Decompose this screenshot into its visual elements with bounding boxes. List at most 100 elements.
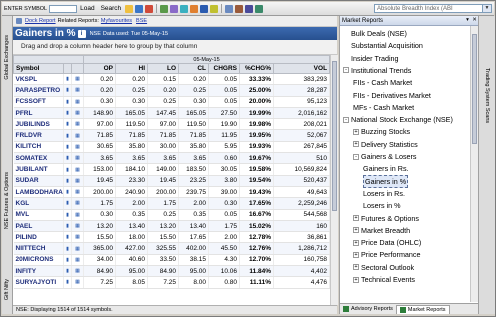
tab-trading-system-scans[interactable]: Trading System Scans	[482, 56, 492, 136]
chart-icon[interactable]: ▮	[63, 141, 72, 154]
expand-icon[interactable]: +	[353, 215, 359, 221]
info-icon[interactable]: i	[77, 29, 86, 38]
actions-icon[interactable]: ▦	[71, 186, 85, 199]
collapse-icon[interactable]: -	[343, 67, 349, 74]
close-icon[interactable]: ✕	[471, 17, 478, 24]
layout-icon[interactable]	[225, 4, 234, 13]
report-icon[interactable]	[190, 4, 199, 13]
table-row[interactable]: SOMATEX ▮ ▦ 3.65 3.65 3.65 3.65 0.60 19.67% 510	[13, 152, 331, 165]
quote-icon[interactable]	[135, 4, 144, 13]
tree-item[interactable]: + Market Breadth	[353, 225, 410, 236]
actions-icon[interactable]: ▦	[71, 175, 85, 187]
actions-icon[interactable]: ▦	[71, 220, 85, 233]
tree-item[interactable]: Substantial Acquisition	[343, 40, 423, 51]
table-row[interactable]: JUBILINDS ▮ ▦ 97.00 119.50 97.00 119.50 19.90 19…	[13, 118, 331, 131]
tab-nse-futures-options[interactable]: NSE Futures & Options	[2, 156, 12, 246]
col-header-op[interactable]: OP	[83, 63, 117, 74]
table-row[interactable]: PARASPETRO ▮ ▦ 0.20 0.25 0.20 0.25 0.05 25.00% 28…	[13, 84, 331, 97]
expand-icon[interactable]: +	[353, 251, 359, 258]
chart-icon[interactable]: ▮	[63, 163, 72, 176]
table-row[interactable]: JUBILANT ▮ ▦ 153.00 184.10 149.00 183.50 30.05 1…	[13, 163, 331, 176]
chart-icon[interactable]: ▮	[63, 265, 72, 278]
table-row[interactable]: INFITY ▮ ▦ 84.90 95.00 84.90 95.00 10.06 11.84% 4…	[13, 265, 331, 278]
scan-icon[interactable]	[180, 4, 189, 13]
tree-item[interactable]: + Buzzing Stocks	[353, 126, 410, 137]
chart-icon[interactable]: ▮	[63, 84, 72, 97]
chart-icon[interactable]: ▮	[63, 107, 72, 120]
tree-scrollbar[interactable]	[470, 26, 478, 302]
chart-icon[interactable]: ▮	[63, 209, 72, 221]
table-row[interactable]: KILITCH ▮ ▦ 30.65 35.80 30.00 35.80 5.95 19.93% 2…	[13, 141, 331, 154]
chart-icon[interactable]: ▮	[63, 129, 72, 142]
actions-icon[interactable]: ▦	[71, 129, 85, 142]
symbol-input[interactable]	[49, 4, 78, 13]
tree-item[interactable]: + Sectoral Outlook	[353, 262, 414, 273]
col-header-chg-pct[interactable]: %CHG%	[239, 63, 275, 74]
chart-icon[interactable]: ▮	[63, 220, 72, 233]
table-row[interactable]: NIITTECH ▮ ▦ 365.00 427.00 325.55 402.00 45.50 1…	[13, 242, 331, 255]
expand-icon[interactable]: +	[353, 141, 359, 148]
chart-icon[interactable]: ▮	[63, 118, 72, 131]
tree-item[interactable]: + Price Performance	[353, 249, 421, 260]
tree-item[interactable]: Insider Trading	[343, 53, 399, 64]
portfolio-icon[interactable]	[160, 4, 169, 13]
table-row[interactable]: PFRL ▮ ▦ 148.90 165.05 147.45 165.05 27.50 19.99…	[13, 107, 331, 120]
chart-icon[interactable]: ▮	[63, 73, 72, 86]
tree-item[interactable]: - Institutional Trends	[343, 65, 411, 76]
tab-gift-nifty[interactable]: Gift Nifty	[2, 271, 12, 309]
col-header-lo[interactable]: LO	[147, 63, 180, 74]
actions-icon[interactable]: ▦	[71, 231, 85, 244]
expand-icon[interactable]: +	[353, 264, 359, 271]
table-row[interactable]: PILIND ▮ ▦ 15.50 18.00 15.50 17.65 2.00 12.78% 36…	[13, 231, 331, 244]
chart-icon[interactable]: ▮	[63, 197, 72, 210]
tree-item[interactable]: + Price Data (OHLC)	[353, 237, 421, 248]
settings-icon[interactable]	[235, 4, 244, 13]
chart-icon[interactable]: ▮	[63, 231, 72, 244]
tab-advisory-reports[interactable]: Advisory Reports	[340, 306, 396, 312]
actions-icon[interactable]: ▦	[71, 73, 85, 86]
tree-item[interactable]: Bulk Deals (NSE)	[343, 28, 407, 39]
chart-icon[interactable]: ▮	[63, 254, 72, 267]
myfavourites-link[interactable]: Myfavourites	[101, 18, 132, 24]
chart-icon[interactable]: ▮	[63, 175, 72, 187]
expand-icon[interactable]: +	[353, 276, 359, 283]
col-header-hi[interactable]: HI	[115, 63, 149, 74]
collapse-icon[interactable]: -	[343, 116, 349, 123]
refresh-icon[interactable]	[255, 4, 264, 13]
col-header-symbol[interactable]: Symbol	[13, 63, 64, 74]
alert-icon[interactable]	[145, 4, 154, 13]
watchlist-icon[interactable]	[170, 4, 179, 13]
actions-icon[interactable]: ▦	[71, 265, 85, 278]
col-header-cl[interactable]: CL	[178, 63, 210, 74]
pin-icon[interactable]: ▾	[464, 17, 471, 24]
chevron-down-icon[interactable]: ▼	[482, 5, 491, 12]
actions-icon[interactable]: ▦	[71, 118, 85, 131]
search-button[interactable]: Search	[98, 5, 125, 12]
expand-icon[interactable]: +	[353, 239, 359, 246]
tree-item[interactable]: MFs - Cash Market	[353, 102, 414, 113]
chart-icon[interactable]: ▮	[63, 276, 72, 289]
actions-icon[interactable]: ▦	[71, 163, 85, 176]
actions-icon[interactable]: ▦	[71, 107, 85, 120]
bse-link[interactable]: BSE	[136, 18, 147, 24]
help-icon[interactable]	[245, 4, 254, 13]
chart-icon[interactable]: ▮	[63, 186, 72, 199]
chart-icon[interactable]: ▮	[63, 96, 72, 108]
actions-icon[interactable]: ▦	[71, 197, 85, 210]
table-row[interactable]: SURYAJYOTI ▮ ▦ 7.25 8.05 7.25 8.00 0.80 11.11% 4,…	[13, 276, 331, 289]
table-row[interactable]: FRLDVR ▮ ▦ 71.85 71.85 71.85 71.85 11.95 19.95% 5…	[13, 129, 331, 142]
tree-item[interactable]: + Technical Events	[353, 274, 415, 285]
actions-icon[interactable]: ▦	[71, 209, 85, 221]
tree-item[interactable]: - Gainers & Losers	[353, 151, 417, 162]
tab-market-reports[interactable]: Market Reports	[395, 304, 450, 314]
tree-item[interactable]: FIIs - Cash Market	[353, 77, 412, 88]
collapse-icon[interactable]: -	[353, 153, 359, 160]
table-row[interactable]: PAEL ▮ ▦ 13.20 13.40 13.20 13.40 1.75 15.02% 160	[13, 220, 331, 233]
actions-icon[interactable]: ▦	[71, 242, 85, 255]
table-row[interactable]: SUDAR ▮ ▦ 19.45 23.30 19.45 23.25 3.80 19.54% 520…	[13, 175, 331, 187]
tree-item[interactable]: + Futures & Options	[353, 213, 419, 224]
table-row[interactable]: VKSPL ▮ ▦ 0.20 0.20 0.15 0.20 0.05 33.33% 383,293	[13, 73, 331, 86]
scroll-thumb[interactable]	[472, 34, 477, 144]
table-row[interactable]: MVL ▮ ▦ 0.30 0.35 0.25 0.35 0.05 16.67% 544,568	[13, 209, 331, 221]
tree-item[interactable]: + Delivery Statistics	[353, 139, 418, 150]
